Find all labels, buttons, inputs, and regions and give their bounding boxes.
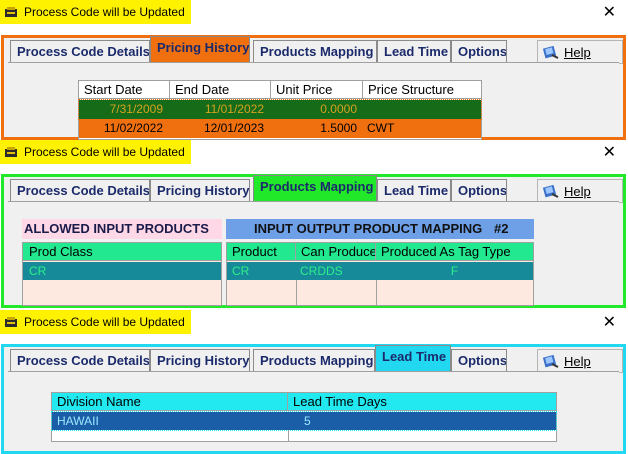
table-cell: 12/01/2023	[203, 121, 264, 135]
column-divider	[376, 280, 377, 306]
title-highlight: Process Code will be Updated	[0, 140, 191, 164]
help-button[interactable]: Help	[537, 179, 623, 203]
leadtime-content: Division Name Lead Time Days HAWAII 5	[8, 371, 619, 451]
window-title: Process Code will be Updated	[24, 145, 185, 159]
table-cell: CR	[232, 264, 250, 278]
table-cell: CWT	[367, 121, 395, 135]
column-divider	[288, 430, 289, 442]
app-icon	[5, 147, 17, 157]
tab-pricing-history[interactable]: Pricing History	[150, 349, 250, 371]
pricing-grid: Start Date End Date Unit Price Price Str…	[78, 80, 482, 140]
table-row[interactable]: 7/31/2009 11/01/2022 0.0000	[78, 99, 482, 120]
allowed-products-grid: Prod Class CR	[22, 242, 222, 306]
pricing-frame: Process Code Details Pricing History Pro…	[1, 35, 626, 140]
column-header[interactable]: Can Produce	[296, 243, 376, 261]
tab-products-mapping[interactable]: Products Mapping	[253, 349, 375, 371]
mapping-window: Process Code will be Updated ✕ Process C…	[0, 140, 628, 310]
help-button[interactable]: Help	[537, 40, 623, 64]
mapping-header-row: Product Can Produce Produced As Tag Type	[227, 243, 533, 261]
mapping-number: #2	[494, 221, 509, 236]
table-row[interactable]: HAWAII 5	[51, 411, 557, 431]
column-header[interactable]: Division Name	[52, 393, 288, 411]
window-title: Process Code will be Updated	[24, 5, 185, 19]
table-cell: 11/01/2022	[204, 102, 264, 116]
table-cell: 7/31/2009	[109, 102, 163, 116]
help-button[interactable]: Help	[537, 349, 623, 373]
leadtime-grid: Division Name Lead Time Days HAWAII 5	[51, 392, 557, 442]
app-icon	[5, 7, 17, 17]
allowed-products-title: ALLOWED INPUT PRODUCTS #1	[22, 219, 222, 256]
table-cell: 5	[304, 414, 311, 428]
help-book-icon	[542, 45, 559, 59]
column-header[interactable]: Prod Class	[23, 243, 221, 261]
table-cell: CR	[29, 264, 47, 278]
table-row[interactable]: CR CRDDS F	[227, 262, 533, 280]
pricing-window: Process Code will be Updated ✕ Process C…	[0, 0, 628, 140]
help-label: Help	[564, 44, 591, 60]
tab-products-mapping[interactable]: Products Mapping	[253, 40, 377, 62]
mapping-title-bar: INPUT OUTPUT PRODUCT MAPPING #2	[226, 219, 534, 239]
app-icon	[5, 317, 17, 327]
tab-lead-time[interactable]: Lead Time	[377, 40, 451, 62]
column-header[interactable]: Lead Time Days	[288, 393, 556, 411]
column-header[interactable]: Unit Price	[271, 81, 363, 99]
table-cell: CRDDS	[300, 264, 343, 278]
tab-pricing-history[interactable]: Pricing History	[150, 36, 250, 62]
tab-lead-time[interactable]: Lead Time	[377, 179, 451, 201]
help-label: Help	[564, 353, 591, 369]
window-title: Process Code will be Updated	[24, 315, 185, 329]
table-cell: F	[450, 264, 459, 278]
tab-process-code-details[interactable]: Process Code Details	[10, 40, 150, 62]
help-book-icon	[542, 354, 559, 368]
leadtime-header-row: Division Name Lead Time Days	[52, 393, 556, 411]
title-highlight: Process Code will be Updated	[0, 0, 191, 24]
tab-options[interactable]: Options	[451, 349, 507, 371]
table-cell	[367, 100, 477, 118]
table-cell: 1.5000	[320, 121, 357, 135]
column-header[interactable]: Price Structure	[363, 81, 481, 99]
tab-options[interactable]: Options	[451, 40, 507, 62]
tab-pricing-history[interactable]: Pricing History	[150, 179, 250, 201]
table-row[interactable]: CR	[23, 262, 221, 280]
tab-process-code-details[interactable]: Process Code Details	[10, 179, 150, 201]
column-header[interactable]: Product	[227, 243, 296, 261]
help-book-icon	[542, 184, 559, 198]
pricing-content: Start Date End Date Unit Price Price Str…	[8, 62, 619, 140]
column-header[interactable]: End Date	[170, 81, 271, 99]
tab-process-code-details[interactable]: Process Code Details	[10, 349, 150, 371]
tab-options[interactable]: Options	[451, 179, 507, 201]
help-label: Help	[564, 183, 591, 199]
tab-lead-time[interactable]: Lead Time	[375, 345, 451, 371]
table-row[interactable]: 11/02/2022 12/01/2023 1.5000 CWT	[79, 119, 481, 138]
title-bar: Process Code will be Updated ✕	[0, 310, 628, 336]
mapping-content: ALLOWED INPUT PRODUCTS #1 Prod Class CR …	[8, 201, 619, 306]
title-bar: Process Code will be Updated ✕	[0, 140, 628, 166]
leadtime-window: Process Code will be Updated ✕ Process C…	[0, 310, 628, 454]
column-header[interactable]: Produced As Tag Type	[376, 243, 533, 261]
title-bar: Process Code will be Updated ✕	[0, 0, 628, 26]
column-divider	[296, 280, 297, 306]
leadtime-frame: Process Code Details Pricing History Pro…	[1, 344, 626, 454]
table-cell: 11/02/2022	[103, 121, 163, 135]
title-highlight: Process Code will be Updated	[0, 310, 191, 334]
table-cell: 0.0000	[320, 102, 357, 116]
close-icon[interactable]: ✕	[603, 142, 616, 161]
close-icon[interactable]: ✕	[603, 312, 616, 331]
mapping-title: INPUT OUTPUT PRODUCT MAPPING	[254, 221, 483, 236]
column-header[interactable]: Start Date	[79, 81, 170, 99]
mapping-grid: Product Can Produce Produced As Tag Type…	[226, 242, 534, 306]
mapping-frame: Process Code Details Pricing History Pro…	[1, 174, 626, 308]
tab-products-mapping[interactable]: Products Mapping	[253, 175, 377, 201]
close-icon[interactable]: ✕	[603, 2, 616, 21]
table-cell: HAWAII	[57, 414, 99, 428]
